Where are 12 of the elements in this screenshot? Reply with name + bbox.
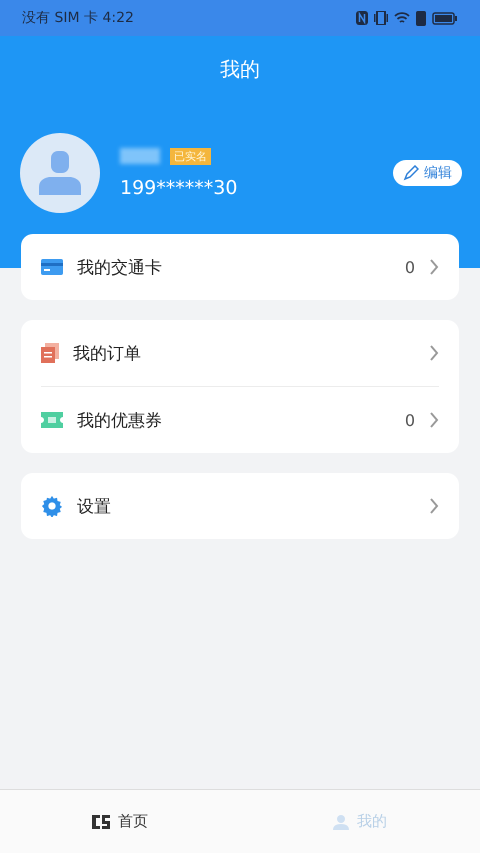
menu-item[interactable]: 我的优惠券 0 xyxy=(41,386,439,453)
tab-item[interactable]: 首页 xyxy=(0,790,240,853)
item-count: 0 xyxy=(404,258,415,276)
edit-button[interactable]: 编辑 xyxy=(393,160,462,186)
verified-badge: 已实名 xyxy=(170,148,211,164)
menu-item[interactable]: 我的交通卡 0 xyxy=(41,234,439,300)
phone-number: 199******30 xyxy=(120,176,238,198)
menu-item[interactable]: 我的订单 xyxy=(41,320,439,386)
menu-item[interactable]: 设置 xyxy=(41,473,439,539)
item-count: 0 xyxy=(404,410,415,430)
status-text: 没有 SIM 卡 4:22 xyxy=(22,9,134,27)
page-title: 我的 xyxy=(219,56,261,83)
